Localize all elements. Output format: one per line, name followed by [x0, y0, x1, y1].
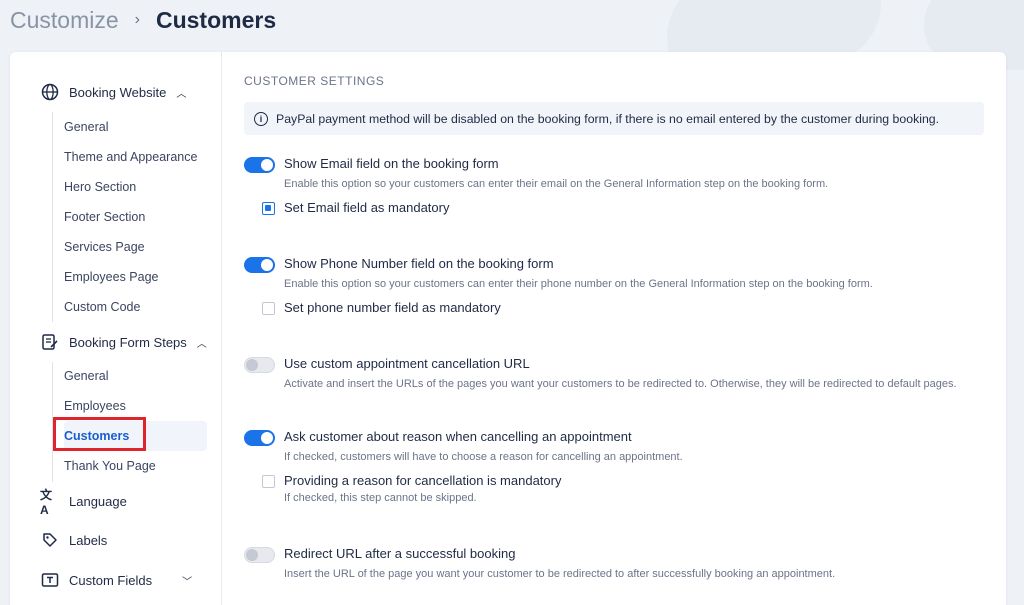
- sidebar-group-booking-form-steps[interactable]: Booking Form Steps ︿: [40, 332, 207, 352]
- sidebar-item-custom-code[interactable]: Custom Code: [64, 300, 140, 314]
- main-content: CUSTOMER SETTINGS i PayPal payment metho…: [244, 52, 984, 605]
- sidebar-item-language[interactable]: 文A Language: [40, 487, 127, 517]
- checkbox-label: Providing a reason for cancellation is m…: [284, 473, 562, 488]
- sidebar-item-general[interactable]: General: [64, 369, 108, 383]
- phone-toggle[interactable]: [244, 257, 275, 273]
- option-description: If checked, customers will have to choos…: [284, 451, 683, 463]
- cancel-reason-toggle[interactable]: [244, 430, 275, 446]
- page-title: Customers: [155, 6, 277, 33]
- breadcrumb-root[interactable]: Customize: [10, 7, 119, 34]
- checkbox-description: If checked, this step cannot be skipped.: [284, 492, 477, 504]
- sidebar-group-booking-website[interactable]: Booking Website ︿: [40, 82, 186, 102]
- info-icon: i: [254, 111, 268, 126]
- chevron-up-icon[interactable]: ︿: [176, 85, 186, 100]
- redirect-toggle[interactable]: [244, 547, 275, 563]
- sidebar-group-label: Custom Fields: [69, 572, 153, 588]
- checkbox-label: Set phone number field as mandatory: [284, 300, 501, 315]
- sidebar-item-employees[interactable]: Employees: [64, 399, 126, 413]
- option-description: Activate and insert the URLs of the page…: [284, 378, 957, 390]
- translate-icon: 文A: [40, 487, 53, 517]
- tag-icon: [40, 530, 60, 550]
- sidebar-item-employees-page[interactable]: Employees Page: [64, 270, 159, 284]
- cancel-url-toggle[interactable]: [244, 357, 275, 373]
- option-description: Insert the URL of the page you want your…: [284, 568, 836, 580]
- option-label: Ask customer about reason when cancellin…: [284, 429, 632, 444]
- option-label: Show Email field on the booking form: [284, 156, 499, 171]
- form-edit-icon: [40, 332, 60, 352]
- chevron-up-icon[interactable]: ︿: [197, 335, 207, 350]
- option-label: Show Phone Number field on the booking f…: [284, 256, 554, 271]
- breadcrumb: Customize › Customers: [10, 4, 276, 36]
- sidebar-item-services[interactable]: Services Page: [64, 240, 145, 254]
- sidebar-sublist: General Theme and Appearance Hero Sectio…: [52, 112, 197, 322]
- sidebar-group-custom-fields[interactable]: Custom Fields ﹀: [40, 570, 192, 590]
- sidebar-item-label: Labels: [69, 532, 108, 548]
- chevron-right-icon: ›: [134, 11, 140, 28]
- checkbox-label: Set Email field as mandatory: [284, 200, 450, 215]
- sidebar: Booking Website ︿ General Theme and Appe…: [10, 52, 222, 605]
- sidebar-group-label: Booking Form Steps: [69, 334, 187, 350]
- info-notice: i PayPal payment method will be disabled…: [244, 102, 984, 135]
- sidebar-item-theme[interactable]: Theme and Appearance: [64, 150, 197, 164]
- highlight-box: [53, 417, 146, 451]
- sidebar-item-footer[interactable]: Footer Section: [64, 210, 145, 224]
- notice-text: PayPal payment method will be disabled o…: [276, 111, 940, 126]
- text-field-icon: [40, 570, 60, 590]
- cancel-reason-mandatory-checkbox[interactable]: [262, 475, 275, 488]
- sidebar-item-general[interactable]: General: [64, 120, 108, 134]
- sidebar-group-label: Booking Website: [69, 84, 167, 100]
- email-mandatory-checkbox[interactable]: [262, 202, 275, 215]
- settings-card: Booking Website ︿ General Theme and Appe…: [10, 52, 1006, 605]
- sidebar-item-hero[interactable]: Hero Section: [64, 180, 136, 194]
- email-toggle[interactable]: [244, 157, 275, 173]
- sidebar-item-labels[interactable]: Labels: [40, 530, 107, 550]
- chevron-down-icon[interactable]: ﹀: [182, 573, 192, 588]
- sidebar-item-label: Language: [69, 493, 127, 509]
- option-label: Redirect URL after a successful booking: [284, 546, 516, 561]
- option-description: Enable this option so your customers can…: [284, 278, 873, 290]
- sidebar-item-thank-you[interactable]: Thank You Page: [64, 459, 156, 473]
- option-description: Enable this option so your customers can…: [284, 178, 829, 190]
- phone-mandatory-checkbox[interactable]: [262, 302, 275, 315]
- section-title: CUSTOMER SETTINGS: [244, 74, 385, 88]
- option-label: Use custom appointment cancellation URL: [284, 356, 530, 371]
- globe-icon: [40, 82, 60, 102]
